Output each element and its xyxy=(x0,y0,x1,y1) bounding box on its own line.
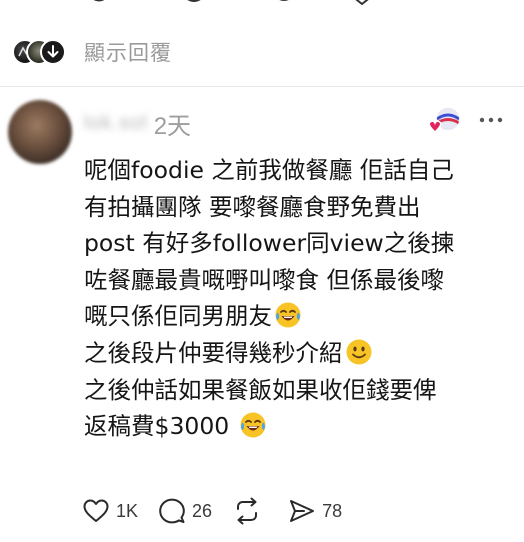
comment-line: post 有好多follower同view之後揀 xyxy=(84,229,455,258)
comment-line: 呢個foodie 之前我做餐廳 佢話自己 xyxy=(84,156,454,184)
chevron-down-icon xyxy=(40,39,66,65)
thread-view: 顯示回覆 lok.sol 2天 呢個foodie 之前我做餐廳 佢話自己 有拍攝… xyxy=(0,0,524,542)
previous-post-actions-cutoff xyxy=(0,0,524,14)
comment-line: 之後段片仲要得幾秒介紹 xyxy=(84,335,514,372)
comment-line: 嘅只係佢同男朋友 xyxy=(84,298,514,335)
repost-arrows-icon xyxy=(237,497,258,525)
liked-by-author-avatar-icon[interactable] xyxy=(424,104,464,138)
reply-button[interactable]: 26 xyxy=(158,497,212,525)
reply-avatars xyxy=(12,39,74,65)
like-count: 1K xyxy=(116,500,139,521)
comment-line: 咗餐廳最貴嘅嘢叫嚟食 但係最後嚟 xyxy=(84,265,444,294)
avatar[interactable] xyxy=(8,100,72,164)
laughing-tears-emoji xyxy=(275,302,301,328)
smiling-face-emoji xyxy=(346,339,371,365)
paper-plane-icon xyxy=(290,500,315,522)
comment-text: 呢個foodie 之前我做餐廳 佢話自己 有拍攝團隊 要嚟餐廳食野免費出 pos… xyxy=(84,152,514,445)
comment-line: 返稿費$3000 xyxy=(84,408,514,445)
show-replies-button[interactable]: 顯示回覆 xyxy=(12,36,172,68)
comment-actions: 1K 26 78 xyxy=(82,494,356,528)
username[interactable]: lok.sol xyxy=(84,112,148,135)
heart-icon xyxy=(83,499,109,522)
previous-share-icon[interactable] xyxy=(348,0,376,12)
divider xyxy=(0,86,524,87)
timestamp: 2天 xyxy=(153,112,192,140)
laughing-tears-emoji xyxy=(240,412,266,438)
previous-repost-icon[interactable] xyxy=(270,0,298,12)
comment-header: lok.sol 2天 xyxy=(84,110,191,140)
speech-bubble-icon xyxy=(159,498,185,524)
share-button[interactable]: 78 xyxy=(288,498,342,524)
comment-line: 之後仲話如果餐飯如果收佢錢要俾 xyxy=(84,375,437,404)
comment-line: 有拍攝團隊 要嚟餐廳食野免費出 xyxy=(84,192,421,221)
previous-reply-icon[interactable] xyxy=(180,0,208,12)
previous-like-icon[interactable] xyxy=(86,0,112,12)
repost-button[interactable] xyxy=(232,497,268,525)
share-count: 78 xyxy=(322,500,343,521)
reply-count: 26 xyxy=(192,500,213,521)
show-replies-label: 顯示回覆 xyxy=(84,42,172,65)
like-button[interactable]: 1K xyxy=(82,498,138,524)
more-dots-icon[interactable] xyxy=(476,108,506,132)
